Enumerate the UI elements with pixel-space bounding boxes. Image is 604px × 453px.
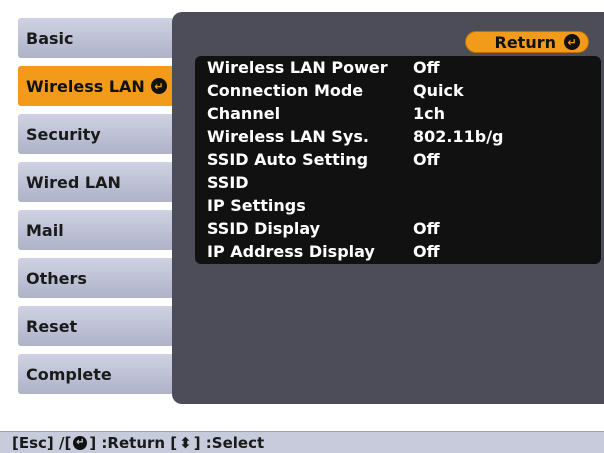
setting-label: SSID Display — [207, 219, 321, 238]
sidebar-item-label: Security — [26, 124, 101, 144]
status-return-text: ] :Return [ — [89, 433, 178, 452]
setting-label: Channel — [207, 104, 281, 123]
setting-value: 802.11b/g — [413, 127, 504, 146]
setting-label: Wireless LAN Sys. — [207, 127, 369, 146]
setting-label: SSID — [207, 173, 249, 192]
enter-icon: ↵ — [564, 34, 580, 50]
sidebar-item-label: Complete — [26, 364, 112, 384]
setting-wireless-lan-sys[interactable]: Wireless LAN Sys. 802.11b/g — [195, 125, 601, 148]
setting-value: 1ch — [413, 104, 446, 123]
setting-value: Off — [413, 242, 440, 261]
sidebar-item-mail[interactable]: Mail — [18, 210, 182, 250]
status-bar: [Esc] /[ ↵ ] :Return [ ⬍ ] :Select — [0, 431, 604, 453]
setting-label: Connection Mode — [207, 81, 364, 100]
setting-label: Wireless LAN Power — [207, 58, 388, 77]
up-down-arrow-icon: ⬍ — [179, 433, 192, 452]
sidebar-item-label: Reset — [26, 316, 78, 336]
setting-ssid-auto-setting[interactable]: SSID Auto Setting Off — [195, 148, 601, 171]
setting-value: Off — [413, 219, 440, 238]
enter-icon: ↵ — [150, 78, 167, 94]
setting-value: Off — [413, 150, 440, 169]
sidebar-item-wired-lan[interactable]: Wired LAN — [18, 162, 182, 202]
return-button-label: Return — [494, 32, 557, 52]
setting-wireless-lan-power[interactable]: Wireless LAN Power Off — [195, 56, 601, 79]
sidebar-item-label: Wireless LAN — [26, 76, 145, 96]
settings-list: Wireless LAN Power Off Connection Mode Q… — [195, 56, 601, 264]
sidebar-item-label: Others — [26, 268, 87, 288]
status-select-text: ] :Select — [193, 433, 265, 452]
sidebar-item-others[interactable]: Others — [18, 258, 182, 298]
status-esc-text: [Esc] /[ — [12, 433, 72, 452]
sidebar-item-label: Basic — [26, 28, 74, 48]
return-button[interactable]: Return ↵ — [465, 31, 589, 53]
setting-ssid[interactable]: SSID — [195, 171, 601, 194]
setting-channel[interactable]: Channel 1ch — [195, 102, 601, 125]
sidebar-item-label: Wired LAN — [26, 172, 121, 192]
setting-ip-address-display[interactable]: IP Address Display Off — [195, 240, 601, 263]
setting-ssid-display[interactable]: SSID Display Off — [195, 217, 601, 240]
sidebar-item-basic[interactable]: Basic — [18, 18, 182, 58]
sidebar-item-wireless-lan[interactable]: Wireless LAN ↵ — [18, 66, 182, 106]
setting-value: Off — [413, 58, 440, 77]
sidebar-item-complete[interactable]: Complete — [18, 354, 182, 394]
sidebar-item-security[interactable]: Security — [18, 114, 182, 154]
setting-label: IP Settings — [207, 196, 306, 215]
setting-value: Quick — [413, 81, 464, 100]
setting-label: IP Address Display — [207, 242, 375, 261]
enter-icon: ↵ — [73, 435, 88, 450]
setting-ip-settings[interactable]: IP Settings — [195, 194, 601, 217]
sidebar-item-reset[interactable]: Reset — [18, 306, 182, 346]
setting-connection-mode[interactable]: Connection Mode Quick — [195, 79, 601, 102]
setting-label: SSID Auto Setting — [207, 150, 369, 169]
sidebar-item-label: Mail — [26, 220, 64, 240]
